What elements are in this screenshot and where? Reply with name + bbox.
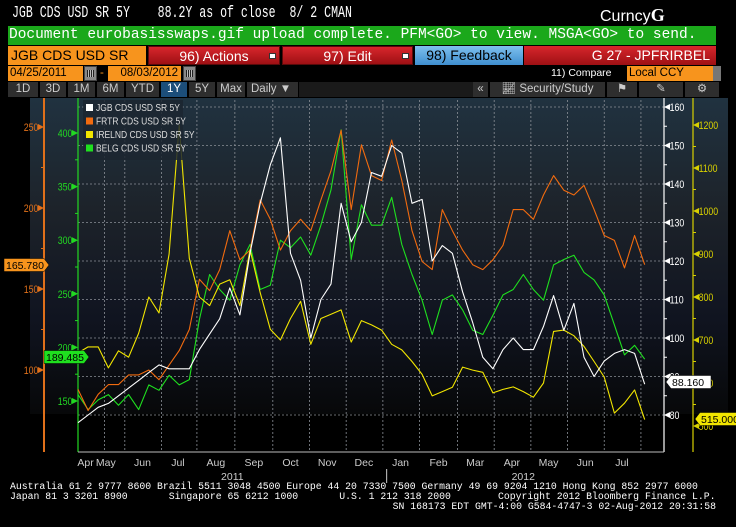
yellow-tick-label: 1100 (699, 163, 718, 175)
legend: JGB CDS USD SR 5Y FRTR CDS USD SR 5Y IRELN… (83, 100, 195, 160)
chart[interactable]: 1001502002501502002503003504008090100110… (0, 0, 736, 527)
yellow-tick-label: 1200 (699, 120, 719, 132)
yellow-tick-label: 800 (699, 292, 714, 304)
x-tick-label: Mar (466, 457, 485, 469)
orange-tick-label: 100 (24, 365, 39, 377)
legend-label: IRELND CDS USD SR 5Y (96, 129, 195, 140)
x-tick-label: Nov (318, 457, 337, 469)
value-tag-label: 165.780 (6, 260, 44, 272)
white-tick-label: 130 (670, 218, 685, 230)
legend-label: BELG CDS USD SR 5Y (96, 143, 186, 154)
legend-label: FRTR CDS USD SR 5Y (96, 116, 186, 127)
x-tick-label: Aug (207, 457, 226, 469)
white-tick-label: 100 (670, 333, 685, 345)
value-tag-label: 88.160 (672, 377, 704, 389)
white-tick-label: 120 (670, 256, 685, 268)
x-tick-label: Feb (429, 457, 447, 469)
x-axis: Apr May Jun Jul Aug Sep Oct Nov Dec Jan Feb Mar Apr M… (77, 451, 664, 483)
x-tick-label: Oct (282, 457, 298, 469)
x-tick-label: Dec (355, 457, 374, 469)
legend-swatch (86, 104, 93, 111)
x-tick-label: Jul (171, 457, 184, 469)
white-tick-label: 140 (670, 179, 685, 191)
value-tag-label: 189.485 (46, 352, 84, 364)
white-tick-label: 80 (670, 410, 680, 422)
legend-swatch (86, 144, 93, 152)
legend-swatch (86, 117, 93, 125)
footer-line-3: SN 168173 EDT GMT-4:00 G584-4747-3 02-Au… (392, 501, 716, 512)
value-tag-label: 515.000 (701, 414, 736, 426)
green-tick-label: 150 (58, 396, 73, 408)
yellow-tick-label: 900 (699, 249, 714, 261)
green-tick-label: 400 (58, 128, 73, 140)
x-tick-label: Apr (77, 457, 94, 469)
legend-label: JGB CDS USD SR 5Y (96, 102, 180, 113)
x-tick-label: Jul (615, 457, 628, 469)
white-tick-label: 150 (670, 141, 685, 153)
green-tick-label: 350 (58, 182, 73, 194)
yellow-tick-label: 1000 (699, 206, 719, 218)
x-tick-label: Apr (504, 457, 521, 469)
orange-tick-label: 250 (24, 122, 39, 134)
orange-tick-label: 150 (24, 284, 39, 296)
x-tick-label: May (96, 457, 117, 469)
yellow-tick-label: 700 (699, 335, 714, 347)
x-tick-label: Jan (392, 457, 409, 469)
x-tick-label: May (539, 457, 560, 469)
green-tick-label: 300 (58, 235, 73, 247)
x-tick-label: Jun (577, 457, 594, 469)
legend-swatch (86, 131, 93, 138)
white-tick-label: 110 (670, 295, 684, 307)
x-tick-label: Sep (244, 457, 263, 469)
x-tick-label: Jun (134, 457, 151, 469)
green-tick-label: 250 (58, 289, 73, 301)
orange-tick-label: 200 (24, 203, 39, 215)
white-tick-label: 160 (670, 102, 685, 114)
